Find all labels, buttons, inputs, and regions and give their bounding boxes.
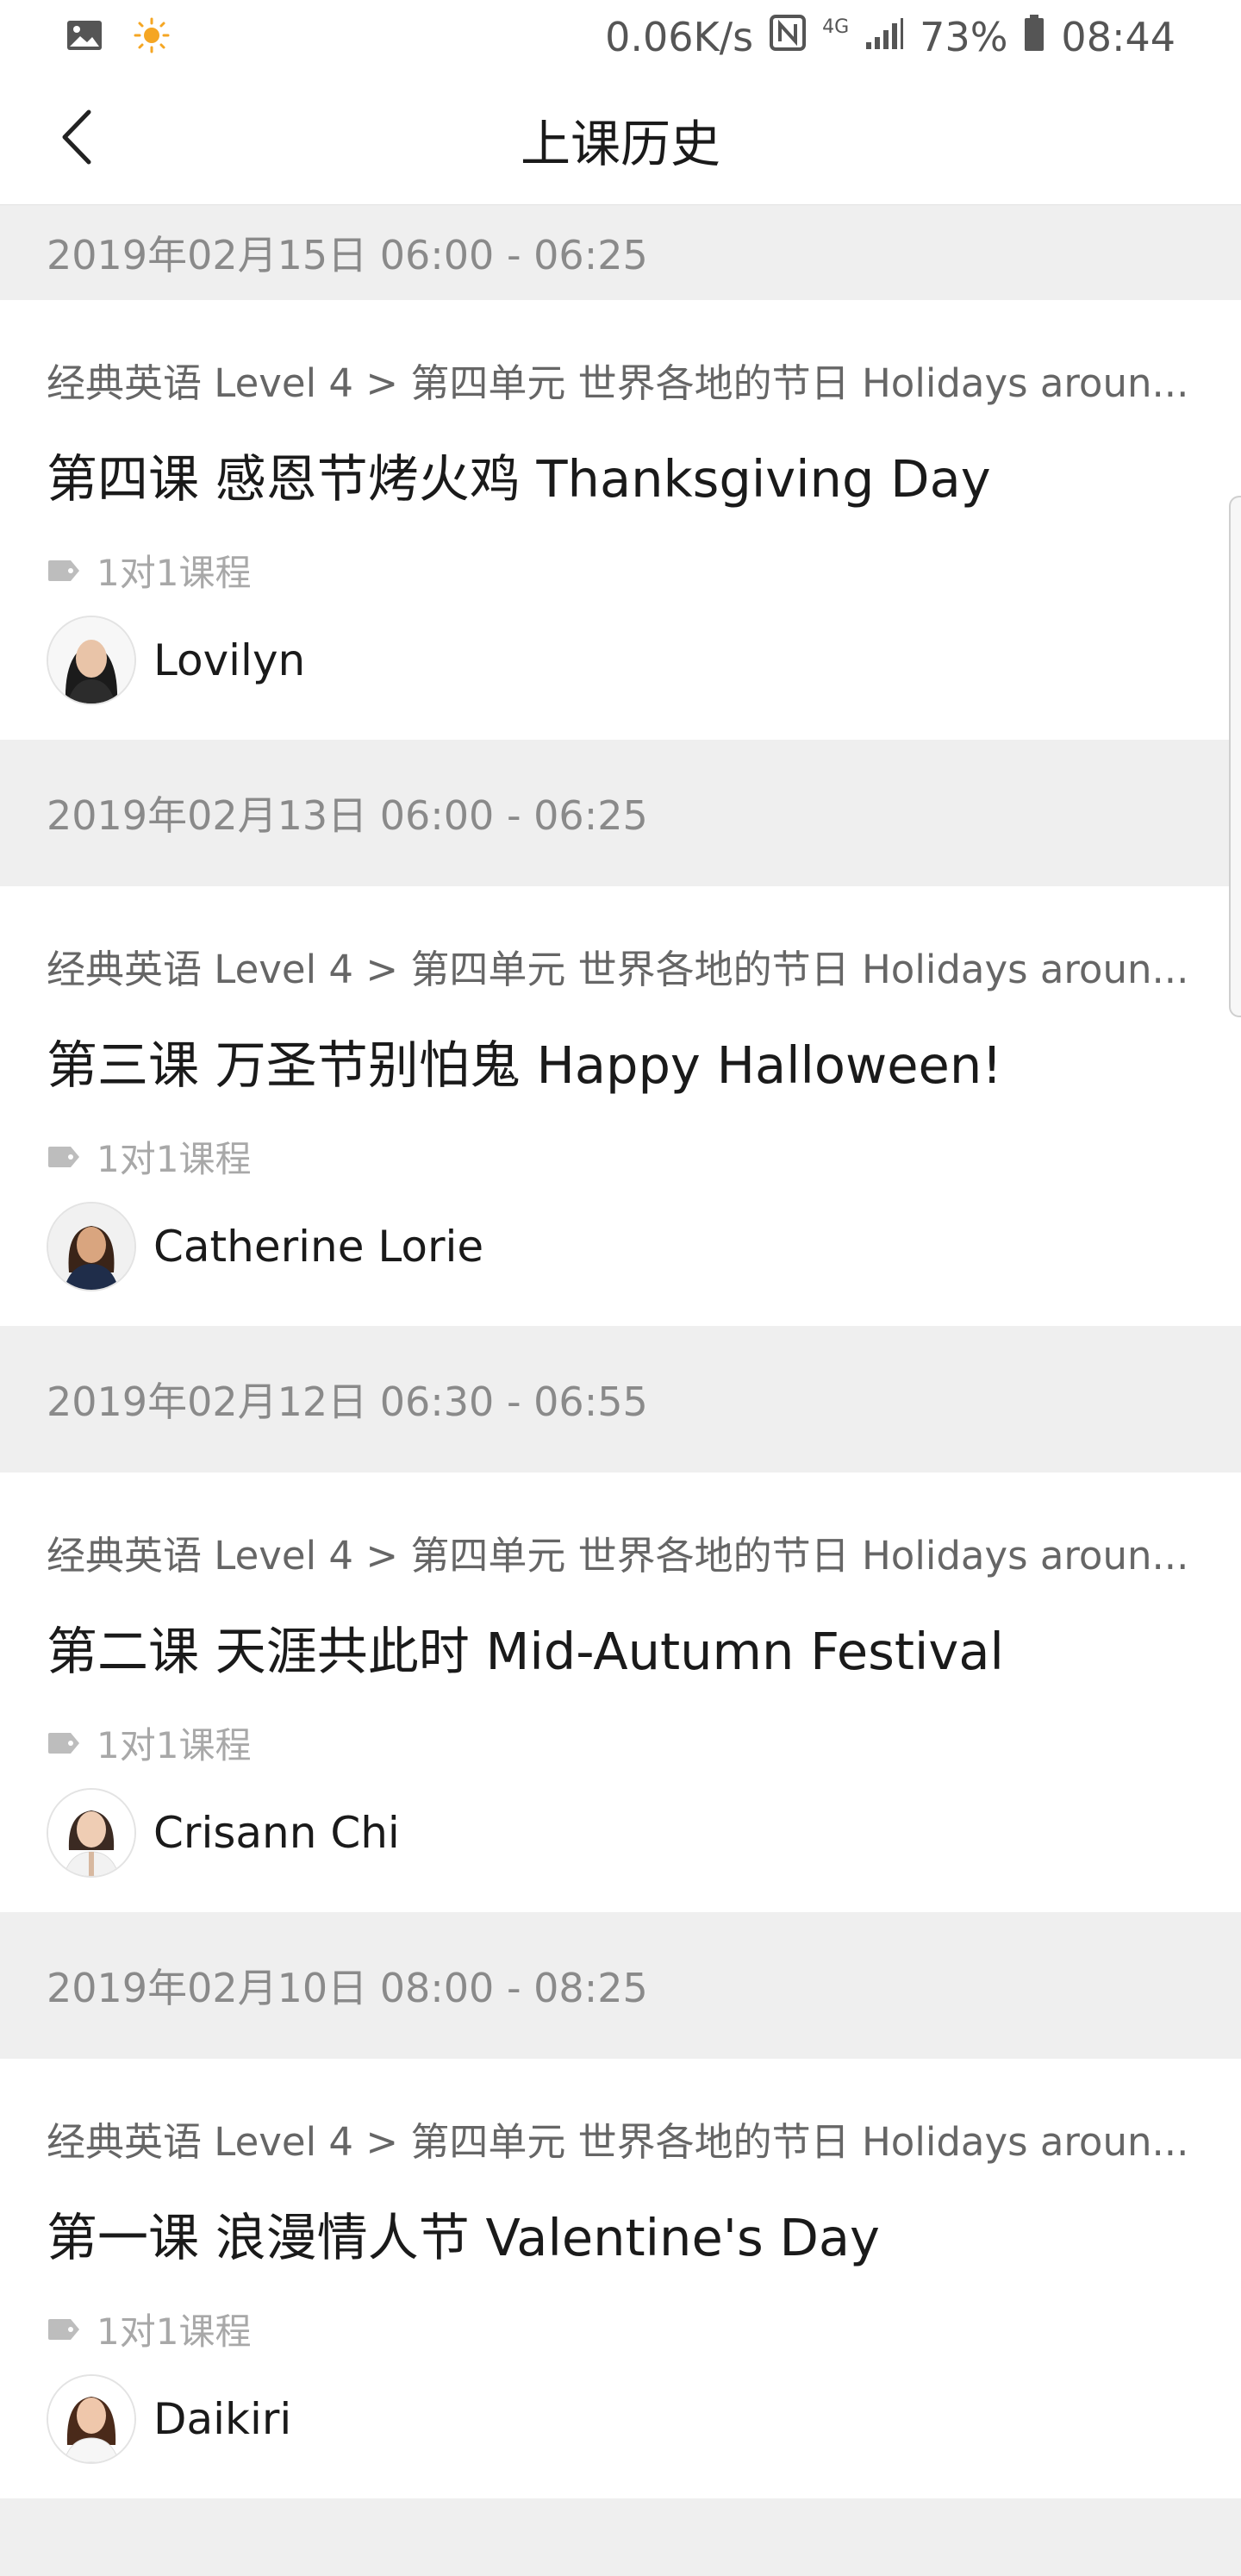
course-path: 经典英语 Level 4 > 第四单元 世界各地的节日 Holidays aro… — [47, 2119, 1189, 2165]
clock: 08:44 — [1061, 14, 1176, 60]
nfc-icon — [769, 14, 807, 61]
lesson-tag: 1对1课程 — [47, 544, 251, 597]
date-header: 2019年02月12日 06:30 - 06:55 — [0, 1326, 1241, 1472]
teacher-info[interactable]: Catherine Lorie — [47, 1202, 483, 1291]
signal-icon — [864, 14, 904, 60]
lesson-card[interactable]: 经典英语 Level 4 > 第四单元 世界各地的节日 Holidays aro… — [0, 1472, 1241, 1912]
avatar[interactable] — [47, 616, 136, 705]
date-header: 2019年02月13日 06:00 - 06:25 — [0, 740, 1241, 886]
network-speed: 0.06K/s — [605, 14, 754, 60]
page-title: 上课历史 — [520, 115, 720, 173]
chevron-left-icon — [58, 107, 96, 171]
course-path: 经典英语 Level 4 > 第四单元 世界各地的节日 Holidays aro… — [47, 947, 1189, 992]
course-path: 经典英语 Level 4 > 第四单元 世界各地的节日 Holidays aro… — [47, 1533, 1189, 1579]
teacher-info[interactable]: Lovilyn — [47, 616, 305, 705]
date-header: 2019年02月10日 08:00 - 08:25 — [0, 1912, 1241, 2059]
teacher-name: Crisann Chi — [153, 1808, 400, 1858]
back-button[interactable] — [38, 100, 115, 178]
teacher-name: Daikiri — [153, 2394, 292, 2444]
date-header: 2019年02月15日 06:00 - 06:25 — [0, 205, 1241, 300]
gallery-icon — [65, 19, 103, 55]
lesson-card[interactable]: 经典英语 Level 4 > 第四单元 世界各地的节日 Holidays aro… — [0, 886, 1241, 1326]
teacher-info[interactable]: Daikiri — [47, 2374, 291, 2464]
list-end-spacer — [0, 2498, 1241, 2576]
lesson-tag: 1对1课程 — [47, 2303, 251, 2355]
tag-icon — [47, 1135, 81, 1178]
sun-icon — [133, 16, 171, 58]
course-path: 经典英语 Level 4 > 第四单元 世界各地的节日 Holidays aro… — [47, 360, 1189, 406]
tag-label: 1对1课程 — [97, 552, 252, 594]
lesson-card[interactable]: 经典英语 Level 4 > 第四单元 世界各地的节日 Holidays aro… — [0, 300, 1241, 740]
tag-label: 1对1课程 — [97, 1138, 252, 1180]
lesson-card[interactable]: 经典英语 Level 4 > 第四单元 世界各地的节日 Holidays aro… — [0, 2059, 1241, 2498]
avatar[interactable] — [47, 1202, 136, 1291]
teacher-name: Lovilyn — [153, 635, 306, 685]
avatar[interactable] — [47, 2374, 136, 2464]
lesson-title: 第四课 感恩节烤火鸡 Thanksgiving Day — [47, 449, 991, 509]
teacher-info[interactable]: Crisann Chi — [47, 1788, 400, 1878]
avatar[interactable] — [47, 1788, 136, 1878]
lesson-title: 第三课 万圣节别怕鬼 Happy Halloween! — [47, 1035, 1002, 1095]
battery-level: 73% — [920, 14, 1008, 60]
status-bar: 0.06K/s 4G 73% 08:44 — [0, 0, 1241, 74]
lesson-title: 第一课 浪漫情人节 Valentine's Day — [47, 2208, 880, 2267]
tag-label: 1对1课程 — [97, 2310, 252, 2353]
tag-label: 1对1课程 — [97, 1724, 252, 1766]
network-type: 4G — [822, 16, 850, 38]
battery-icon — [1023, 14, 1045, 61]
tag-icon — [47, 1722, 81, 1764]
lesson-tag: 1对1课程 — [47, 1130, 251, 1183]
lesson-history-list[interactable]: 2019年02月15日 06:00 - 06:25 经典英语 Level 4 >… — [0, 205, 1241, 2576]
teacher-name: Catherine Lorie — [153, 1222, 484, 1272]
scroll-indicator[interactable] — [1229, 496, 1241, 1017]
lesson-tag: 1对1课程 — [47, 1716, 251, 1769]
nav-bar: 上课历史 — [0, 74, 1241, 205]
tag-icon — [47, 549, 81, 591]
lesson-title: 第二课 天涯共此时 Mid-Autumn Festival — [47, 1622, 1004, 1681]
tag-icon — [47, 2308, 81, 2350]
